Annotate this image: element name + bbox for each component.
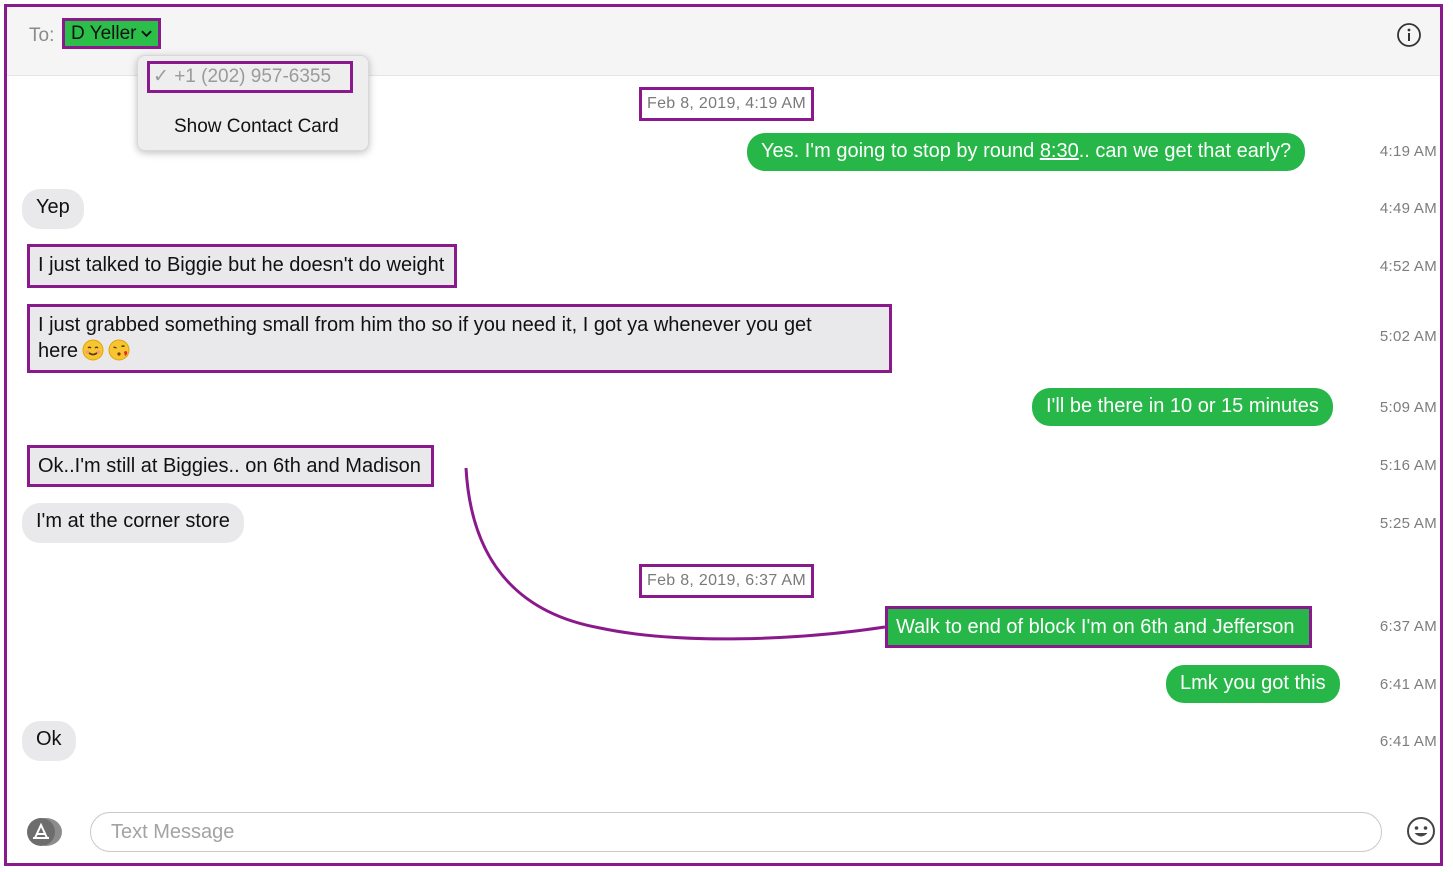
recipient-menu: ✓ +1 (202) 957-6355 Show Contact Card — [137, 55, 369, 151]
text-message-input[interactable] — [109, 820, 1313, 845]
message-text: I just grabbed something small from him … — [38, 314, 812, 336]
message-time: 4:49 AM — [1379, 200, 1437, 217]
message-text: Ok — [36, 728, 62, 750]
message-bubble-sent[interactable]: Lmk you got this — [1166, 665, 1340, 703]
time-link[interactable]: 8:30 — [1040, 140, 1079, 162]
app-store-icon[interactable] — [22, 816, 64, 848]
message-text: I'm at the corner store — [36, 510, 230, 532]
message-text: I just talked to Biggie but he doesn't d… — [38, 254, 445, 276]
message-composer[interactable] — [90, 812, 1382, 852]
info-icon[interactable] — [1396, 22, 1422, 48]
message-text: I'll be there in 10 or 15 minutes — [1046, 395, 1319, 417]
message-time: 5:16 AM — [1379, 457, 1437, 474]
message-bubble-received[interactable]: I just talked to Biggie but he doesn't d… — [27, 244, 458, 288]
message-time: 5:09 AM — [1379, 399, 1437, 416]
message-time: 5:02 AM — [1379, 328, 1437, 345]
message-time: 5:25 AM — [1379, 515, 1437, 532]
phone-menu-item[interactable]: ✓ +1 (202) 957-6355 — [147, 61, 353, 93]
message-bubble-received[interactable]: Yep — [22, 189, 84, 229]
date-stamp: Feb 8, 2019, 4:19 AM — [639, 87, 814, 121]
message-text: Ok..I'm still at Biggies.. on 6th and Ma… — [38, 455, 421, 477]
message-time: 4:52 AM — [1379, 258, 1437, 275]
message-time: 6:41 AM — [1379, 676, 1437, 693]
message-bubble-sent[interactable]: Walk to end of block I'm on 6th and Jeff… — [885, 606, 1312, 648]
message-time: 4:19 AM — [1379, 143, 1437, 160]
message-bubble-sent[interactable]: I'll be there in 10 or 15 minutes — [1032, 388, 1333, 426]
chevron-down-icon — [140, 30, 152, 38]
emoji-icon[interactable] — [1405, 815, 1437, 847]
message-text: Walk to end of block I'm on 6th and Jeff… — [896, 616, 1295, 638]
message-text: Lmk you got this — [1180, 672, 1326, 694]
message-bubble-received[interactable]: I'm at the corner store — [22, 503, 244, 543]
message-text: Yep — [36, 196, 70, 218]
message-bubble-sent[interactable]: Yes. I'm going to stop by round 8:30.. c… — [747, 133, 1306, 171]
message-text: .. can we get that early? — [1078, 140, 1292, 162]
recipient-button[interactable]: D Yeller — [62, 18, 161, 49]
message-time: 6:41 AM — [1379, 733, 1437, 750]
to-label: To: — [29, 25, 55, 46]
message-time: 6:37 AM — [1379, 618, 1437, 635]
recipient-name: D Yeller — [71, 23, 137, 44]
message-bubble-received[interactable]: Ok — [22, 721, 76, 761]
message-text: Yes. I'm going to stop by round — [761, 140, 1040, 162]
message-text-line2: here — [38, 338, 875, 364]
show-contact-card-item[interactable]: Show Contact Card — [174, 116, 339, 138]
message-bubble-received[interactable]: Ok..I'm still at Biggies.. on 6th and Ma… — [27, 445, 434, 487]
date-stamp: Feb 8, 2019, 6:37 AM — [639, 564, 814, 598]
kissing-face-emoji-icon — [108, 339, 130, 361]
message-bubble-received[interactable]: I just grabbed something small from him … — [27, 304, 892, 373]
smiling-face-emoji-icon — [82, 339, 104, 361]
